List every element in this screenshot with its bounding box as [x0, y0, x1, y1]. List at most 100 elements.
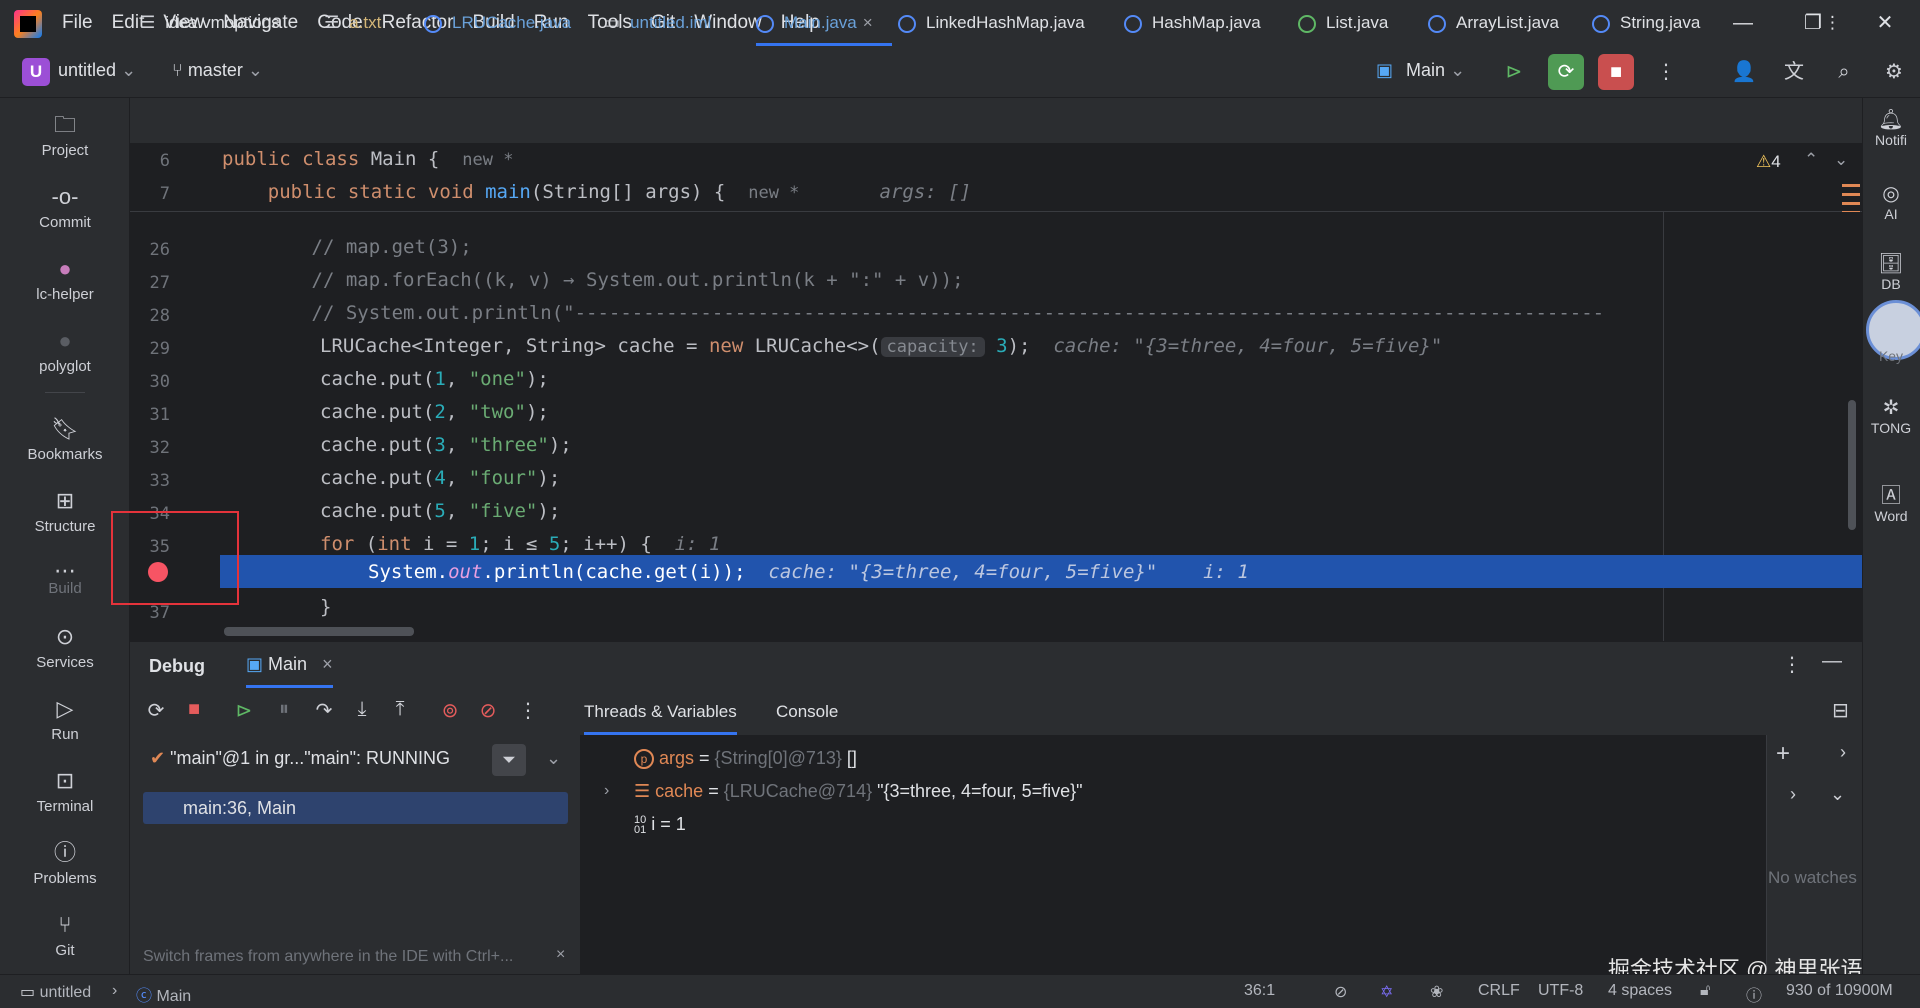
- tabs-more-icon[interactable]: ⋮: [1824, 0, 1844, 46]
- project-badge[interactable]: U: [22, 58, 50, 86]
- tool-run[interactable]: ▷ Run: [0, 696, 130, 743]
- debug-options-icon[interactable]: ⋮: [1782, 652, 1802, 677]
- stop-button[interactable]: ■: [1598, 54, 1634, 90]
- view-breakpoints-icon[interactable]: ⊚: [436, 698, 464, 723]
- thread-selector[interactable]: ✔ "main"@1 in gr..."main": RUNNING: [150, 748, 450, 769]
- status-encoding[interactable]: UTF-8: [1538, 982, 1583, 1000]
- plugin-icon[interactable]: ✡: [1380, 982, 1393, 1002]
- close-hint-icon[interactable]: ×: [556, 946, 565, 964]
- branch-selector[interactable]: ⑂ master ⌄: [172, 60, 263, 81]
- author-hint: new *: [462, 150, 514, 170]
- line-number: 30: [149, 372, 170, 392]
- tab-console[interactable]: Console: [776, 702, 838, 722]
- tab-threads-variables[interactable]: Threads & Variables: [584, 702, 737, 735]
- chevron-down-icon[interactable]: ⌄: [1830, 784, 1845, 805]
- tab-idea-vmoptions[interactable]: ☰ idea.vmoptions: [140, 0, 280, 46]
- tool-lc-helper[interactable]: ● lc-helper: [0, 256, 130, 303]
- layout-settings-icon[interactable]: ⊟: [1832, 698, 1849, 723]
- breadcrumb-file[interactable]: ⓒ Main: [136, 982, 191, 1006]
- variable-row-i[interactable]: 10 01 i = 1: [634, 814, 686, 836]
- tool-tongyi[interactable]: ✲ TONG: [1862, 396, 1920, 436]
- status-line-separator[interactable]: CRLF: [1478, 982, 1520, 1000]
- tool-ai[interactable]: ◎ AI: [1862, 182, 1920, 222]
- close-window-icon[interactable]: ✕: [1870, 8, 1900, 38]
- rerun-icon[interactable]: ⟳: [142, 698, 170, 723]
- add-user-icon[interactable]: 👤: [1726, 54, 1762, 90]
- tab-arraylist[interactable]: ArrayList.java: [1428, 0, 1559, 46]
- status-indent[interactable]: 4 spaces: [1608, 982, 1672, 1000]
- chevron-down-icon[interactable]: ⌄: [546, 748, 561, 769]
- tool-label: Commit: [39, 214, 91, 231]
- notifications-icon[interactable]: ⓘ: [1746, 982, 1762, 1006]
- tool-polyglot[interactable]: ● polyglot: [0, 328, 130, 375]
- tab-hashmap[interactable]: HashMap.java: [1124, 0, 1261, 46]
- resume-icon[interactable]: ⊳: [1496, 54, 1532, 90]
- debug-rerun-button[interactable]: ⟳: [1548, 54, 1584, 90]
- tool-commit[interactable]: -o- Commit: [0, 184, 130, 231]
- code-text: {: [416, 148, 440, 170]
- project-selector[interactable]: untitled ⌄: [58, 60, 136, 81]
- line-number: 33: [149, 471, 170, 491]
- inspection-widget[interactable]: ⚠4: [1756, 152, 1781, 172]
- status-position[interactable]: 36:1: [1244, 982, 1275, 1000]
- tool-notifications[interactable]: 🔔︎ Notifi: [1862, 108, 1920, 148]
- horizontal-scrollbar[interactable]: [224, 627, 414, 636]
- mute-breakpoints-icon[interactable]: ⊘: [474, 698, 502, 723]
- debug-session-tab[interactable]: ▣ Main ×: [246, 654, 333, 688]
- run-config-selector[interactable]: ▣ Main ⌄: [1376, 60, 1465, 81]
- vertical-scrollbar[interactable]: [1848, 400, 1856, 530]
- editor-tabs: [130, 98, 1862, 144]
- step-out-icon[interactable]: ⤒: [386, 698, 414, 721]
- more-debug-actions-icon[interactable]: ⋮: [514, 698, 542, 723]
- tab-lrucache[interactable]: LRUCache.java: [424, 0, 571, 46]
- paw-icon[interactable]: ❀: [1430, 982, 1443, 1002]
- tool-bookmarks[interactable]: 🔖︎ Bookmarks: [0, 416, 130, 463]
- step-into-icon[interactable]: ⤓: [348, 698, 376, 721]
- pause-icon[interactable]: ⏸︎: [270, 698, 298, 721]
- intellij-logo-icon[interactable]: [14, 10, 42, 38]
- prev-highlight-icon[interactable]: ⌃: [1804, 150, 1818, 170]
- expand-chevron-icon[interactable]: ›: [604, 782, 609, 800]
- breadcrumb-project[interactable]: ▭ untitled: [20, 982, 91, 1002]
- tab-list[interactable]: List.java: [1298, 0, 1388, 46]
- step-over-icon[interactable]: ↷: [310, 698, 338, 723]
- variable-row-cache[interactable]: ☰ cache = {LRUCache@714} "{3=three, 4=fo…: [634, 781, 1083, 802]
- close-tab-icon[interactable]: ×: [863, 13, 873, 32]
- variable-eq: =: [703, 781, 724, 801]
- tool-services[interactable]: ⊙ Services: [0, 624, 130, 671]
- no-inspections-icon[interactable]: ⊘: [1334, 982, 1347, 1002]
- tool-problems[interactable]: ⓘ Problems: [0, 840, 130, 887]
- tool-word[interactable]: 🄰 Word: [1862, 484, 1920, 524]
- status-memory[interactable]: 930 of 10900M: [1786, 982, 1893, 1000]
- minimize-icon[interactable]: —: [1728, 8, 1758, 38]
- tool-project[interactable]: 🗀 Project: [0, 112, 130, 159]
- hide-panel-icon[interactable]: —: [1822, 650, 1842, 673]
- tab-untitled-iml[interactable]: ▭ untitled.iml: [604, 0, 711, 46]
- filter-icon[interactable]: ⏷: [492, 744, 526, 776]
- tab-linkedhashmap[interactable]: LinkedHashMap.java: [898, 0, 1085, 46]
- tool-key[interactable]: Key: [1862, 348, 1920, 370]
- tool-git[interactable]: ⑂ Git: [0, 912, 130, 959]
- chevron-right-icon[interactable]: ›: [1790, 784, 1796, 805]
- tool-terminal[interactable]: ⊡ Terminal: [0, 768, 130, 815]
- add-watch-icon[interactable]: +: [1776, 740, 1790, 768]
- tool-db[interactable]: 🗄︎ DB: [1862, 252, 1920, 296]
- tab-string[interactable]: String.java: [1592, 0, 1700, 46]
- module-icon: ▭: [604, 13, 621, 32]
- next-highlight-icon[interactable]: ⌄: [1834, 150, 1848, 170]
- tab-a-txt[interactable]: ☰ a.txt: [324, 0, 381, 46]
- close-tab-icon[interactable]: ×: [322, 654, 333, 674]
- variable-row-args[interactable]: p args = {String[0]@713} []: [634, 748, 857, 770]
- menu-file[interactable]: File: [62, 0, 93, 46]
- tab-main-java[interactable]: Main.java ×: [756, 0, 892, 46]
- chevron-right-icon[interactable]: ›: [1840, 742, 1846, 763]
- settings-icon[interactable]: ⚙: [1876, 54, 1912, 90]
- stop-icon[interactable]: ■: [180, 698, 208, 721]
- error-stripe-markers[interactable]: [1842, 184, 1860, 212]
- translate-icon[interactable]: 文: [1776, 54, 1812, 90]
- resume-program-icon[interactable]: ⊳: [230, 698, 258, 723]
- search-icon[interactable]: ⌕: [1826, 54, 1862, 90]
- more-actions-icon[interactable]: ⋮: [1648, 54, 1684, 90]
- right-tool-strip: [1862, 98, 1920, 974]
- lock-icon[interactable]: 🔓︎: [1700, 982, 1710, 1000]
